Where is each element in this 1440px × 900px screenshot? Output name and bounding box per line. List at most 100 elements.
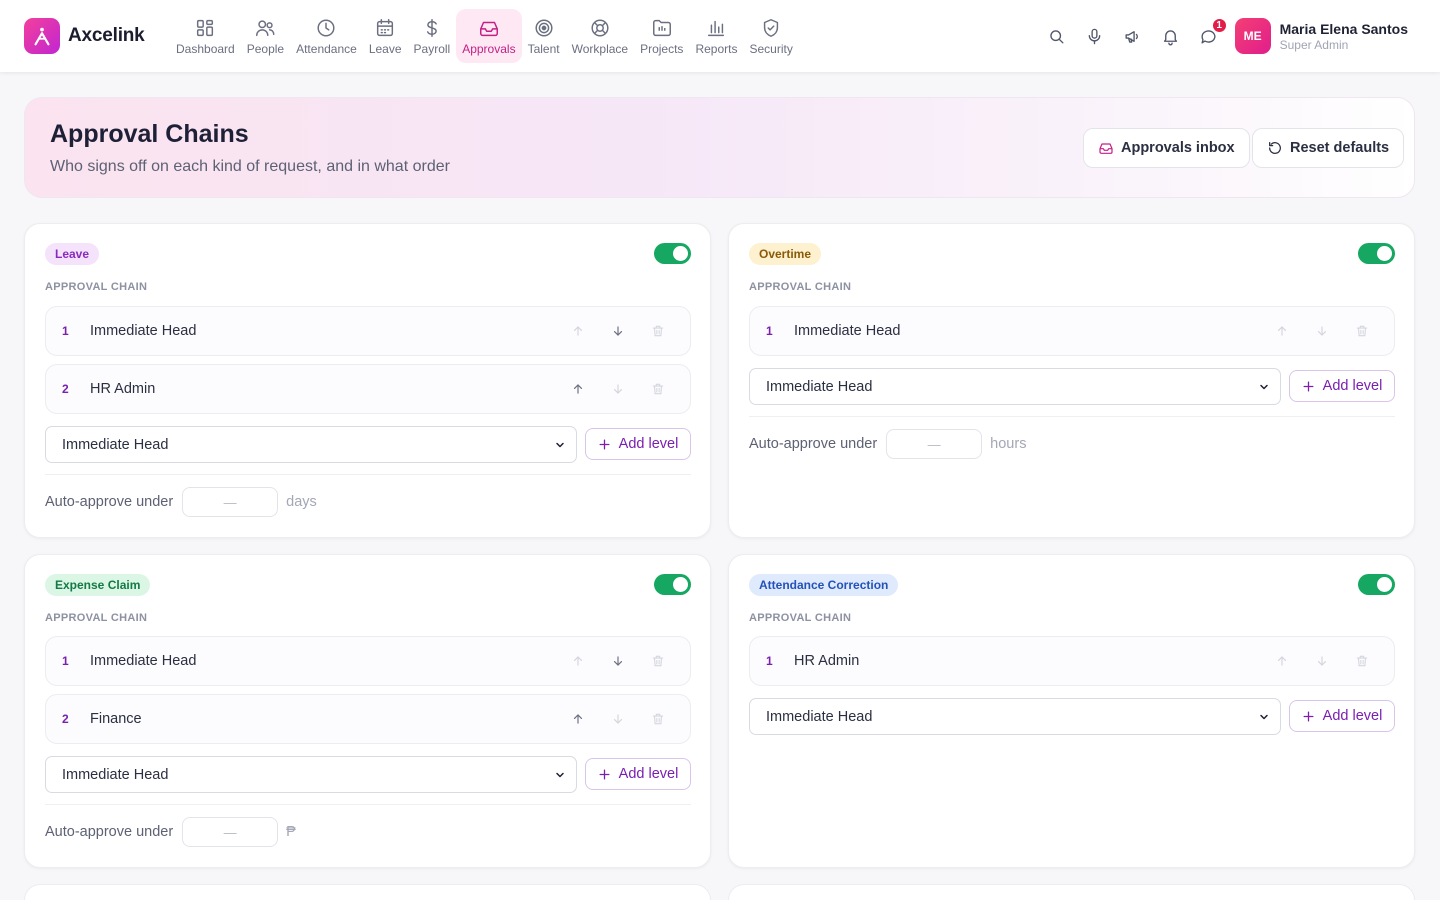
- trash-icon: [652, 325, 664, 337]
- move-up-button[interactable]: [558, 704, 598, 734]
- nav-dashboard[interactable]: Dashboard: [170, 9, 241, 63]
- brand[interactable]: Axcelink: [24, 18, 170, 54]
- search-icon: [1050, 29, 1064, 44]
- nav-payroll[interactable]: Payroll: [408, 9, 457, 63]
- delete-step-button[interactable]: [1342, 646, 1382, 676]
- step-number: 1: [62, 654, 69, 668]
- page-title: Approval Chains: [50, 120, 249, 148]
- enabled-toggle[interactable]: [1358, 243, 1395, 264]
- nav-security[interactable]: Security: [743, 9, 798, 63]
- chevron-down-icon: [556, 442, 564, 447]
- delete-step-button[interactable]: [638, 374, 678, 404]
- step-name: HR Admin: [90, 381, 156, 397]
- step-number: 1: [766, 324, 773, 338]
- auto-approve-input[interactable]: —: [886, 429, 983, 459]
- enabled-toggle[interactable]: [654, 243, 691, 264]
- chain-label: APPROVAL CHAIN: [749, 281, 852, 293]
- add-level-row: Immediate Head Add level: [749, 698, 1395, 736]
- nav-label: Leave: [368, 41, 402, 56]
- move-down-button[interactable]: [598, 316, 638, 346]
- type-pill: Leave: [45, 243, 100, 265]
- nav-people[interactable]: People: [241, 9, 290, 63]
- step-number: 1: [766, 654, 773, 668]
- step-name: HR Admin: [794, 653, 860, 669]
- approvals-inbox-label: Approvals inbox: [1121, 140, 1235, 156]
- nav-reports[interactable]: Reports: [689, 9, 743, 63]
- reset-defaults-button[interactable]: Reset defaults: [1252, 128, 1405, 168]
- top-right-actions: 1 ME Maria Elena Santos Super Admin: [1037, 18, 1408, 54]
- nav-workplace[interactable]: Workplace: [566, 9, 634, 63]
- search-button[interactable]: [1039, 18, 1075, 54]
- approver-select[interactable]: Immediate Head: [45, 756, 577, 793]
- add-level-label: Add level: [618, 766, 679, 782]
- arrow-down-icon: [613, 656, 623, 666]
- chain-card-expense-claim: Expense Claim APPROVAL CHAIN 1 Immediate…: [24, 554, 711, 868]
- nav-leave[interactable]: Leave: [363, 9, 408, 63]
- auto-approve-input[interactable]: —: [182, 817, 279, 847]
- messages-button[interactable]: 1: [1191, 18, 1227, 54]
- approver-select[interactable]: Immediate Head: [45, 426, 577, 463]
- move-up-button[interactable]: [558, 374, 598, 404]
- chain-step: 2 HR Admin: [45, 364, 691, 414]
- avatar[interactable]: ME: [1234, 18, 1271, 54]
- arrow-up-icon: [573, 656, 583, 666]
- calendar-icon: [377, 18, 394, 36]
- approver-select[interactable]: Immediate Head: [749, 698, 1281, 735]
- trash-icon: [652, 655, 664, 667]
- chevron-down-icon: [1260, 714, 1268, 719]
- inbox-icon: [1099, 143, 1113, 154]
- announcements-button[interactable]: [1115, 18, 1151, 54]
- messages-badge: 1: [1211, 18, 1227, 33]
- arrow-up-icon: [573, 326, 583, 336]
- delete-step-button[interactable]: [638, 646, 678, 676]
- microphone-icon: [1088, 28, 1101, 44]
- approvals-inbox-button[interactable]: Approvals inbox: [1083, 128, 1250, 168]
- brand-name: Axcelink: [68, 25, 145, 46]
- step-name: Finance: [90, 711, 142, 727]
- delete-step-button[interactable]: [638, 704, 678, 734]
- move-down-button[interactable]: [598, 374, 638, 404]
- arrow-up-icon: [1277, 326, 1287, 336]
- voice-button[interactable]: [1077, 18, 1113, 54]
- move-down-button[interactable]: [1302, 646, 1342, 676]
- nav-approvals[interactable]: Approvals: [456, 9, 522, 63]
- target-icon: [535, 18, 553, 37]
- move-up-button[interactable]: [558, 646, 598, 676]
- arrow-down-icon: [1317, 326, 1327, 336]
- move-up-button[interactable]: [1262, 316, 1302, 346]
- enabled-toggle[interactable]: [1358, 574, 1395, 595]
- chevron-down-icon: [1260, 384, 1268, 389]
- trash-icon: [1356, 655, 1368, 667]
- move-down-button[interactable]: [598, 646, 638, 676]
- delete-step-button[interactable]: [638, 316, 678, 346]
- add-level-button[interactable]: Add level: [1289, 370, 1395, 402]
- notifications-button[interactable]: [1153, 18, 1189, 54]
- move-down-button[interactable]: [1302, 316, 1342, 346]
- approver-select-value: Immediate Head: [62, 436, 169, 453]
- nav-label: Reports: [695, 41, 738, 56]
- type-pill: Expense Claim: [45, 574, 151, 596]
- divider: [45, 474, 691, 475]
- clock-icon: [317, 18, 335, 37]
- step-number: 2: [62, 712, 69, 726]
- add-level-button[interactable]: Add level: [585, 758, 691, 790]
- nav-projects[interactable]: Projects: [634, 9, 689, 63]
- nav-talent[interactable]: Talent: [522, 9, 566, 63]
- move-up-button[interactable]: [558, 316, 598, 346]
- enabled-toggle[interactable]: [654, 574, 691, 595]
- delete-step-button[interactable]: [1342, 316, 1382, 346]
- nav-attendance[interactable]: Attendance: [290, 9, 363, 63]
- move-up-button[interactable]: [1262, 646, 1302, 676]
- move-down-button[interactable]: [598, 704, 638, 734]
- approver-select[interactable]: Immediate Head: [749, 368, 1281, 405]
- plus-icon: [1303, 381, 1314, 391]
- user-info[interactable]: Maria Elena Santos Super Admin: [1280, 21, 1408, 52]
- add-level-button[interactable]: Add level: [585, 428, 691, 460]
- auto-approve-label: Auto-approve under: [749, 436, 878, 452]
- chain-label: APPROVAL CHAIN: [749, 612, 852, 624]
- add-level-button[interactable]: Add level: [1289, 700, 1395, 732]
- chain-card-attendance-correction: Attendance Correction APPROVAL CHAIN 1 H…: [728, 554, 1415, 868]
- auto-approve-input[interactable]: —: [182, 487, 279, 517]
- arrow-up-icon: [573, 714, 583, 724]
- chevron-down-icon: [556, 772, 564, 777]
